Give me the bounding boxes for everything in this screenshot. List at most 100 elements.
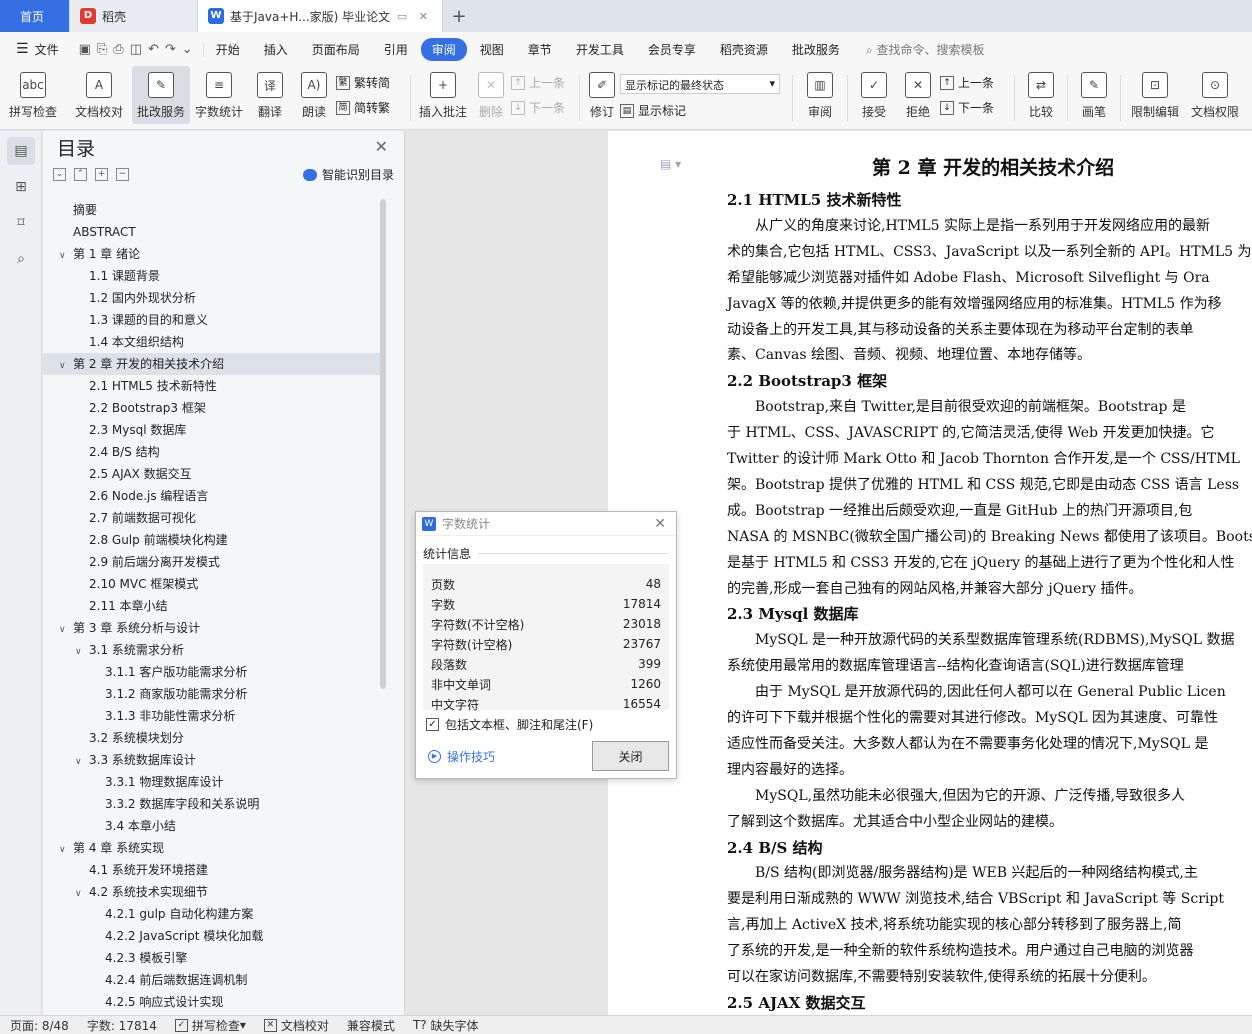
include-textbox-checkbox[interactable]: ✓ 包括文本框、脚注和尾注(F): [426, 716, 593, 733]
toc-item[interactable]: ABSTRACT: [43, 221, 383, 243]
markup-mode-select[interactable]: 显示标记的最终状态 ▾: [620, 74, 780, 94]
collapse-all-icon[interactable]: ⌄: [53, 167, 66, 181]
chevron-down-icon[interactable]: ∨: [59, 355, 73, 377]
review-pane-button[interactable]: ▥ 审阅: [797, 66, 843, 124]
chevron-down-icon[interactable]: ∨: [75, 751, 89, 773]
toc-item[interactable]: 3.4 本章小结: [43, 815, 383, 837]
more-icon[interactable]: ⌄: [182, 42, 193, 57]
toc-item[interactable]: 2.7 前端数据可视化: [43, 507, 383, 529]
next-comment-button[interactable]: ↓ 下一条: [511, 99, 575, 116]
chapter-nav-icon[interactable]: ⊞: [7, 173, 35, 201]
chevron-down-icon[interactable]: ∨: [59, 839, 73, 861]
show-markup-button[interactable]: ▤ 显示标记: [620, 102, 788, 119]
toc-item[interactable]: 2.5 AJAX 数据交互: [43, 463, 383, 485]
tab-home[interactable]: 首页: [0, 0, 70, 32]
prev-revision-button[interactable]: ↑ 上一条: [940, 74, 1010, 91]
toc-item[interactable]: ∨ 3.1 系统需求分析: [43, 639, 383, 661]
toc-item[interactable]: 3.1.3 非功能性需求分析: [43, 705, 383, 727]
spellcheck-button[interactable]: abc 拼写检查: [0, 66, 66, 124]
toc-item[interactable]: 2.11 本章小结: [43, 595, 383, 617]
export-icon[interactable]: ⎘: [97, 42, 107, 57]
correction-service-button[interactable]: ✎ 批改服务: [132, 66, 190, 124]
toc-item[interactable]: 4.2.4 前后端数据连调机制: [43, 969, 383, 991]
compat-mode-status[interactable]: 兼容模式: [347, 1017, 395, 1034]
command-search[interactable]: ⌕ 查找命令、搜索模板: [866, 41, 985, 58]
restrict-editing-button[interactable]: ⊡ 限制编辑: [1125, 66, 1185, 124]
close-button[interactable]: 关闭: [592, 741, 669, 771]
word-count-button[interactable]: ≡ 字数统计: [190, 66, 248, 124]
doc-permission-button[interactable]: ⊙ 文档权限: [1185, 66, 1245, 124]
document-page[interactable]: ▤ ▾ 第 2 章 开发的相关技术介绍 2.1 HTML5 技术新特性 从广义的角…: [608, 131, 1252, 1015]
toc-item[interactable]: ∨ 第 3 章 系统分析与设计: [43, 617, 383, 639]
search-icon[interactable]: ⌕: [7, 245, 35, 273]
toc-item[interactable]: 3.3.2 数据库字段和关系说明: [43, 793, 383, 815]
chevron-down-icon[interactable]: ∨: [75, 641, 89, 663]
add-heading-icon[interactable]: +: [95, 167, 108, 181]
accept-button[interactable]: ✓ 接受: [852, 66, 896, 124]
toc-item[interactable]: ∨ 第 4 章 系统实现: [43, 837, 383, 859]
delete-comment-button[interactable]: ✕ 删除: [471, 66, 511, 124]
print-icon[interactable]: ⎙: [113, 42, 123, 57]
tab-docer[interactable]: D 稻壳: [70, 0, 198, 32]
reject-button[interactable]: ✕ 拒绝: [896, 66, 940, 124]
doc-check-button[interactable]: A 文档校对: [66, 66, 132, 124]
menu-item-review[interactable]: 审阅: [420, 37, 467, 61]
undo-icon[interactable]: ↶: [148, 42, 159, 57]
toc-item[interactable]: 3.3.1 物理数据库设计: [43, 771, 383, 793]
word-count-indicator[interactable]: 字数: 17814: [87, 1017, 157, 1034]
save-icon[interactable]: ▣: [79, 42, 91, 57]
toc-item[interactable]: 3.1.1 客户版功能需求分析: [43, 661, 383, 683]
remove-heading-icon[interactable]: −: [116, 167, 129, 181]
page-menu-icon[interactable]: ▤ ▾: [660, 157, 681, 171]
menu-item-start[interactable]: 开始: [205, 38, 251, 61]
menu-item-view[interactable]: 视图: [469, 38, 515, 61]
toc-item[interactable]: 2.9 前后端分离开发模式: [43, 551, 383, 573]
close-icon[interactable]: ✕: [375, 137, 388, 156]
toc-item[interactable]: 4.2.3 模板引擎: [43, 947, 383, 969]
track-changes-button[interactable]: ✐ 修订: [584, 66, 620, 124]
toc-item[interactable]: 1.4 本文组织结构: [43, 331, 383, 353]
toc-item[interactable]: 4.1 系统开发环境搭建: [43, 859, 383, 881]
page-indicator[interactable]: 页面: 8/48: [10, 1017, 69, 1034]
tab-document[interactable]: W 基于Java+H...家版) 毕业论文 ▭ ✕: [198, 0, 443, 32]
new-tab-button[interactable]: +: [443, 0, 475, 32]
toc-item[interactable]: 2.2 Bootstrap3 框架: [43, 397, 383, 419]
prev-comment-button[interactable]: ↑ 上一条: [511, 74, 575, 91]
toc-scrollbar[interactable]: [380, 199, 386, 689]
toc-item[interactable]: 2.4 B/S 结构: [43, 441, 383, 463]
smart-toc-button[interactable]: 智能识别目录: [302, 166, 394, 183]
file-menu[interactable]: ☰ 文件: [0, 41, 69, 58]
menu-item-docer-resources[interactable]: 稻壳资源: [709, 38, 779, 61]
spellcheck-status[interactable]: ✓ 拼写检查 ▾: [174, 1017, 246, 1034]
menu-item-chapter[interactable]: 章节: [517, 38, 563, 61]
toc-item[interactable]: 2.1 HTML5 技术新特性: [43, 375, 383, 397]
toc-item[interactable]: ∨ 3.3 系统数据库设计: [43, 749, 383, 771]
toc-item[interactable]: ∨ 第 1 章 绪论: [43, 243, 383, 265]
toc-item[interactable]: 1.2 国内外现状分析: [43, 287, 383, 309]
toc-item[interactable]: ∨ 第 2 章 开发的相关技术介绍: [43, 353, 383, 375]
menu-item-correction[interactable]: 批改服务: [781, 38, 851, 61]
preview-icon[interactable]: ◫: [130, 42, 142, 57]
missing-font-status[interactable]: T? 缺失字体: [413, 1017, 479, 1034]
close-icon[interactable]: ✕: [654, 516, 666, 532]
toc-item[interactable]: 4.2.1 gulp 自动化构建方案: [43, 903, 383, 925]
compare-button[interactable]: ⇄ 比较: [1019, 66, 1063, 124]
menu-item-member[interactable]: 会员专享: [637, 38, 707, 61]
bookmark-icon[interactable]: ⌑: [7, 209, 35, 237]
tab-tools-icon[interactable]: ▭ ✕: [397, 10, 432, 23]
toc-item[interactable]: 2.6 Node.js 编程语言: [43, 485, 383, 507]
expand-all-icon[interactable]: ⌃: [74, 167, 87, 181]
trad-to-simp-button[interactable]: 繁繁转简: [336, 74, 406, 91]
chevron-down-icon[interactable]: ∨: [59, 245, 73, 267]
toc-item[interactable]: ∨ 4.2 系统技术实现细节: [43, 881, 383, 903]
toc-item[interactable]: 1.1 课题背景: [43, 265, 383, 287]
toc-item[interactable]: 4.2.5 响应式设计实现: [43, 991, 383, 1013]
chevron-down-icon[interactable]: ∨: [59, 619, 73, 641]
toc-item[interactable]: 1.3 课题的目的和意义: [43, 309, 383, 331]
toc-item[interactable]: 3.2 系统模块划分: [43, 727, 383, 749]
insert-comment-button[interactable]: + 插入批注: [415, 66, 471, 124]
chevron-down-icon[interactable]: ∨: [75, 883, 89, 905]
toc-item[interactable]: 2.8 Gulp 前端模块化构建: [43, 529, 383, 551]
toc-panel-icon[interactable]: ▤: [7, 137, 35, 165]
simp-to-trad-button[interactable]: 简简转繁: [336, 99, 406, 116]
